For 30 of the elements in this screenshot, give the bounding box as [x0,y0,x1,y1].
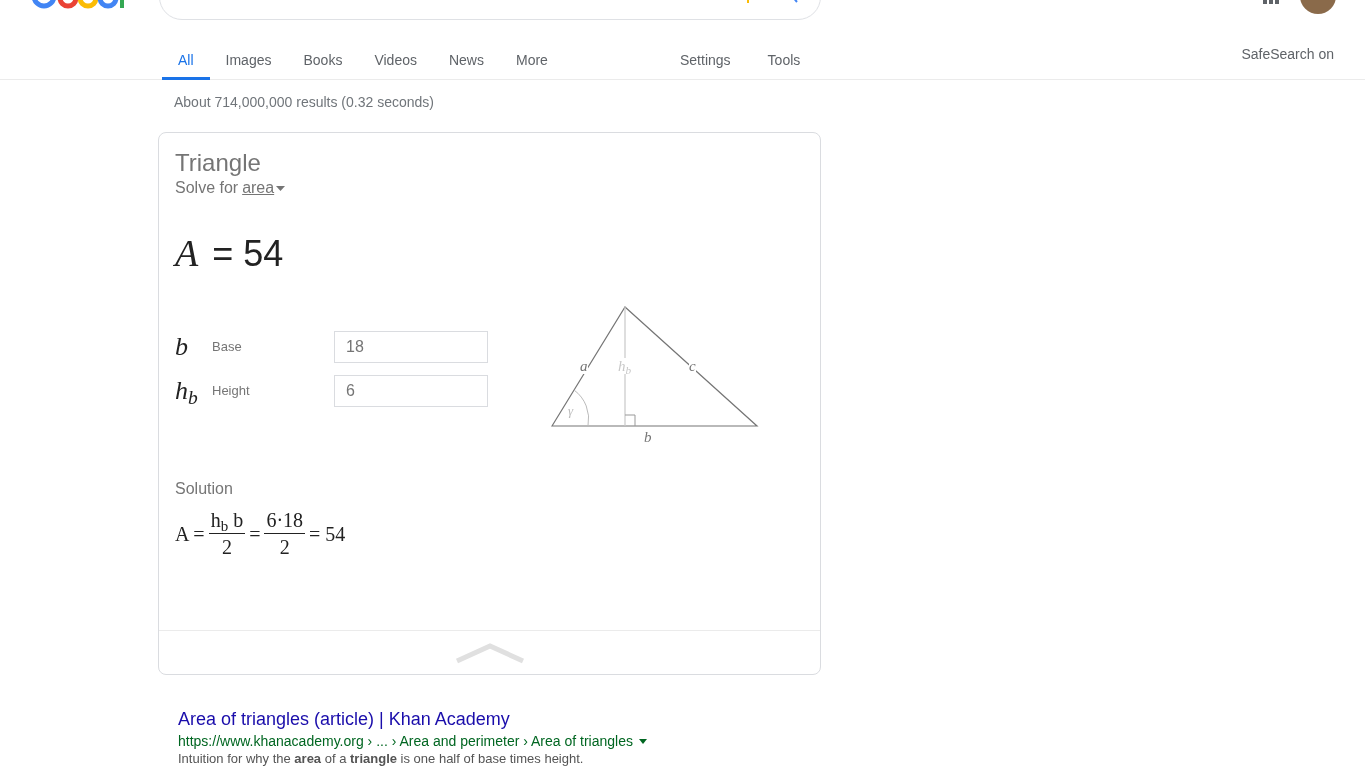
toolbar-link[interactable]: Settings [680,49,731,71]
result-value: = 54 [212,232,284,276]
search-tab[interactable]: Videos [358,40,433,80]
solve-for-dropdown[interactable]: area [242,178,275,198]
calculator-title: Triangle [175,148,262,178]
result-snippet: Intuition for why the area of a triangle is one half of base times height. [178,751,585,767]
search-tab[interactable]: Books [287,40,359,80]
solution-heading: Solution [175,479,234,499]
search-tab[interactable]: All [162,40,210,80]
result-stats: About 714,000,000 results (0.32 seconds) [173,93,435,111]
solve-for-label: Solve for [175,178,239,198]
result-symbol: A [175,231,199,276]
input-field[interactable]: 6 [334,375,488,407]
result-title-link[interactable]: Area of triangles (article) | Khan Academy [178,708,821,730]
search-tab[interactable]: More [500,40,564,80]
search-tab[interactable]: News [432,40,500,80]
toolbar-link[interactable]: Tools [767,49,801,71]
field-label: Base [212,338,243,357]
caret-icon[interactable] [276,185,286,191]
safesearch-link[interactable]: SafeSearch on [1241,45,1334,63]
caret-icon[interactable] [638,738,647,744]
result-url[interactable]: https://www.khanacademy.org › ... › Area and perimeter › Area of triangles [178,732,633,750]
variable-symbol: b [175,332,189,362]
input-field[interactable]: 18 [334,331,488,363]
base-label: b [644,429,652,445]
field-label: Height [212,382,251,401]
search-tab[interactable]: Images [209,40,288,80]
apps-icon[interactable] [1263,0,1279,5]
variable-symbol: h$_{b}$ [175,376,199,406]
angle-label: γ [568,404,574,418]
